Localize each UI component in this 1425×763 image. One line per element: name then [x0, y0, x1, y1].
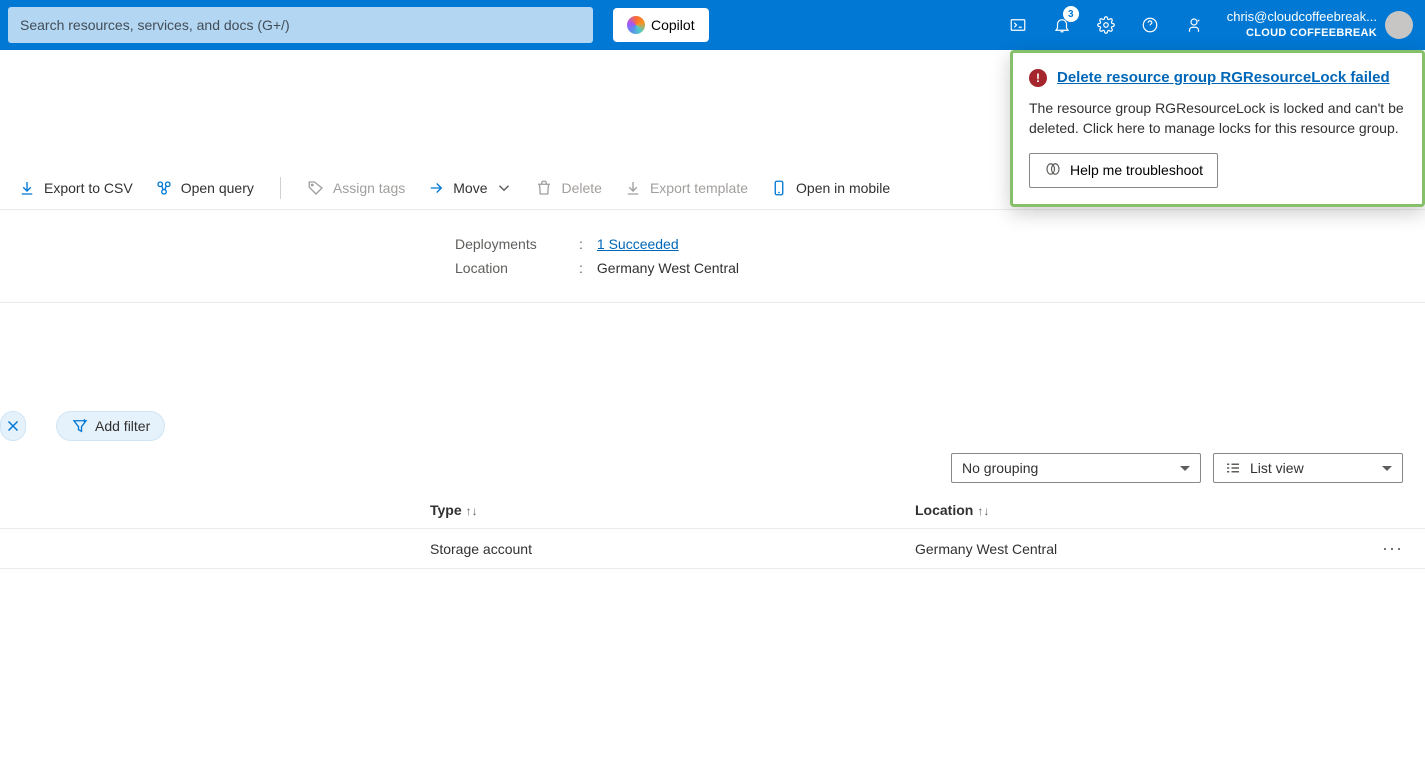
- export-template-button: Export template: [622, 175, 750, 201]
- open-query-label: Open query: [181, 180, 254, 196]
- table-row[interactable]: Storage account Germany West Central ···: [0, 529, 1425, 569]
- download-icon: [18, 179, 36, 197]
- filter-bar: Add filter: [0, 411, 1425, 441]
- trash-icon: [535, 179, 553, 197]
- notification-toast: ! Delete resource group RGResourceLock f…: [1010, 50, 1425, 207]
- move-label: Move: [453, 180, 487, 196]
- resource-details: Deployments : 1 Succeeded Location : Ger…: [0, 210, 1425, 303]
- location-value: Germany West Central: [597, 260, 739, 276]
- sort-icon: ↑↓: [466, 504, 478, 518]
- mobile-icon: [770, 179, 788, 197]
- view-mode-dropdown[interactable]: List view: [1213, 453, 1403, 483]
- clear-filter-button[interactable]: [0, 411, 26, 441]
- notifications-icon[interactable]: 3: [1041, 0, 1083, 50]
- troubleshoot-button[interactable]: Help me troubleshoot: [1029, 153, 1218, 188]
- open-query-button[interactable]: Open query: [153, 175, 256, 201]
- search-input[interactable]: [8, 7, 593, 43]
- sort-icon: ↑↓: [977, 504, 989, 518]
- deployments-label: Deployments: [455, 236, 565, 252]
- settings-icon[interactable]: [1085, 0, 1127, 50]
- open-mobile-label: Open in mobile: [796, 180, 890, 196]
- account-text: chris@cloudcoffeebreak... CLOUD COFFEEBR…: [1227, 9, 1377, 40]
- cloud-shell-icon[interactable]: [997, 0, 1039, 50]
- open-mobile-button[interactable]: Open in mobile: [768, 175, 892, 201]
- move-button[interactable]: Move: [425, 175, 515, 201]
- col-header-type[interactable]: Type↑↓: [430, 502, 915, 518]
- export-template-label: Export template: [650, 180, 748, 196]
- error-icon: !: [1029, 69, 1047, 87]
- export-csv-button[interactable]: Export to CSV: [16, 175, 135, 201]
- copilot-small-icon: [1044, 160, 1062, 181]
- deployments-link[interactable]: 1 Succeeded: [597, 236, 679, 252]
- row-type: Storage account: [430, 541, 915, 557]
- feedback-icon[interactable]: [1173, 0, 1215, 50]
- query-icon: [155, 179, 173, 197]
- troubleshoot-label: Help me troubleshoot: [1070, 162, 1203, 178]
- col-header-location[interactable]: Location↑↓: [915, 502, 1355, 518]
- azure-topbar: Copilot 3 chris@cloudcoffeebreak... CLOU…: [0, 0, 1425, 50]
- copilot-icon: [627, 16, 645, 34]
- delete-label: Delete: [561, 180, 601, 196]
- copilot-button[interactable]: Copilot: [613, 8, 709, 42]
- delete-button: Delete: [533, 175, 603, 201]
- arrow-right-icon: [427, 179, 445, 197]
- account-tenant: CLOUD COFFEEBREAK: [1227, 26, 1377, 40]
- topbar-icons: 3: [997, 0, 1215, 50]
- view-mode-value: List view: [1250, 460, 1304, 476]
- grouping-value: No grouping: [962, 460, 1038, 476]
- location-label: Location: [455, 260, 565, 276]
- download-icon: [624, 179, 642, 197]
- tag-icon: [307, 179, 325, 197]
- help-icon[interactable]: [1129, 0, 1171, 50]
- notification-title[interactable]: Delete resource group RGResourceLock fai…: [1057, 67, 1390, 88]
- notification-badge: 3: [1063, 6, 1079, 22]
- assign-tags-button: Assign tags: [305, 175, 407, 201]
- row-location: Germany West Central: [915, 541, 1355, 557]
- assign-tags-label: Assign tags: [333, 180, 405, 196]
- view-controls: No grouping List view: [0, 441, 1425, 491]
- add-filter-button[interactable]: Add filter: [56, 411, 165, 441]
- add-filter-label: Add filter: [95, 418, 150, 434]
- export-csv-label: Export to CSV: [44, 180, 133, 196]
- copilot-label: Copilot: [651, 17, 695, 33]
- divider: [280, 177, 281, 199]
- grouping-dropdown[interactable]: No grouping: [951, 453, 1201, 483]
- account-email: chris@cloudcoffeebreak...: [1227, 9, 1377, 26]
- row-actions-button[interactable]: ···: [1382, 538, 1403, 559]
- notification-body: The resource group RGResourceLock is loc…: [1029, 98, 1406, 139]
- chevron-down-icon: [495, 179, 513, 197]
- account-menu[interactable]: chris@cloudcoffeebreak... CLOUD COFFEEBR…: [1215, 9, 1417, 40]
- avatar: [1385, 11, 1413, 39]
- list-icon: [1224, 459, 1242, 477]
- grid-header: Type↑↓ Location↑↓: [0, 491, 1425, 529]
